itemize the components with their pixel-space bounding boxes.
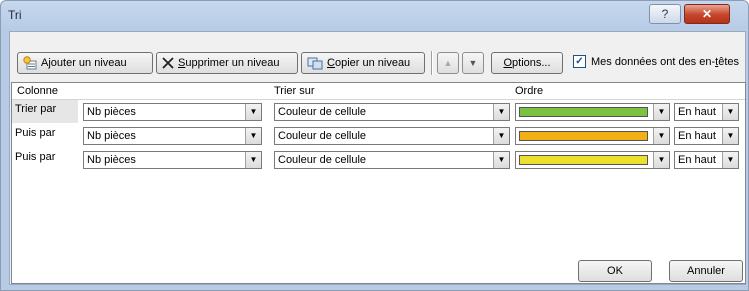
grid-header: Colonne Trier sur Ordre — [12, 83, 745, 100]
position-select[interactable]: En haut ▼ — [674, 151, 739, 169]
move-down-button[interactable]: ▼ — [462, 52, 484, 74]
chevron-down-icon[interactable]: ▼ — [493, 128, 509, 144]
column-select[interactable]: Nb pièces ▼ — [83, 151, 262, 169]
sort-level-row[interactable]: Puis par Nb pièces ▼ Couleur de cellule ▼ ▼ En… — [12, 124, 745, 148]
sort-level-row[interactable]: Puis par Nb pièces ▼ Couleur de cellule ▼ ▼ En… — [12, 148, 745, 172]
chevron-down-icon[interactable]: ▼ — [493, 152, 509, 168]
position-select-value: En haut — [678, 106, 716, 118]
column-select-value: Nb pièces — [87, 154, 136, 166]
cancel-button[interactable]: Annuler — [669, 260, 743, 282]
delete-level-label: upprimer un niveau — [185, 57, 280, 69]
delete-level-accel: S — [178, 57, 186, 69]
copy-level-label: opier un niveau — [334, 57, 411, 69]
sort-on-select[interactable]: Couleur de cellule ▼ — [274, 151, 510, 169]
position-select[interactable]: En haut ▼ — [674, 127, 739, 145]
headers-checkbox-row[interactable]: ✓ Mes données ont des en-t êtes — [573, 55, 739, 68]
dialog-body: Aj outer un niveau Supprimer un niveau Co… — [9, 31, 746, 285]
column-select-value: Nb pièces — [87, 130, 136, 142]
row-label: Puis par — [15, 151, 56, 163]
chevron-down-icon[interactable]: ▼ — [722, 152, 738, 168]
color-order-select[interactable]: ▼ — [515, 103, 670, 121]
chevron-down-icon[interactable]: ▼ — [722, 104, 738, 120]
copy-level-accel: C — [327, 57, 335, 69]
copy-icon — [307, 57, 323, 70]
chevron-down-icon[interactable]: ▼ — [493, 104, 509, 120]
copy-level-button[interactable]: Copier un niveau — [301, 52, 425, 74]
title-bar[interactable]: Tri ? ✕ — [1, 1, 748, 29]
column-select-value: Nb pièces — [87, 106, 136, 118]
chevron-down-icon[interactable]: ▼ — [722, 128, 738, 144]
options-label: ptions... — [512, 57, 551, 69]
chevron-down-icon[interactable]: ▼ — [245, 152, 261, 168]
position-select[interactable]: En haut ▼ — [674, 103, 739, 121]
chevron-down-icon[interactable]: ▼ — [653, 128, 669, 144]
color-swatch — [519, 107, 648, 117]
sort-levels-grid: Colonne Trier sur Ordre Trier par Nb pièc… — [11, 82, 746, 284]
color-swatch — [519, 155, 648, 165]
chevron-down-icon[interactable]: ▼ — [245, 104, 261, 120]
position-select-value: En haut — [678, 154, 716, 166]
sort-on-select-value: Couleur de cellule — [278, 154, 367, 166]
add-level-button[interactable]: Aj outer un niveau — [17, 52, 153, 74]
arrow-down-icon: ▼ — [468, 58, 478, 68]
sort-on-select-value: Couleur de cellule — [278, 130, 367, 142]
sort-dialog: Tri ? ✕ Aj outer un niveau Supprimer un n… — [0, 0, 749, 291]
color-swatch — [519, 131, 648, 141]
add-level-icon — [23, 56, 37, 70]
header-column: Colonne — [17, 85, 58, 97]
close-button[interactable]: ✕ — [684, 4, 730, 24]
headers-checkbox-label: êtes — [718, 55, 739, 68]
color-order-select[interactable]: ▼ — [515, 127, 670, 145]
color-order-select[interactable]: ▼ — [515, 151, 670, 169]
position-select-value: En haut — [678, 130, 716, 142]
sort-level-row[interactable]: Trier par Nb pièces ▼ Couleur de cellule ▼ ▼ E… — [12, 100, 745, 124]
options-button[interactable]: Options... — [491, 52, 563, 74]
help-button[interactable]: ? — [649, 4, 681, 24]
headers-checkbox-prefix: Mes données ont des en- — [591, 55, 716, 68]
delete-level-button[interactable]: Supprimer un niveau — [156, 52, 298, 74]
dialog-title: Tri — [8, 8, 22, 22]
header-order: Ordre — [515, 85, 544, 97]
chevron-down-icon[interactable]: ▼ — [653, 104, 669, 120]
sort-on-select[interactable]: Couleur de cellule ▼ — [274, 103, 510, 121]
options-accel: O — [503, 57, 513, 69]
chevron-down-icon[interactable]: ▼ — [245, 128, 261, 144]
sort-on-select[interactable]: Couleur de cellule ▼ — [274, 127, 510, 145]
add-level-label: outer un niveau — [50, 57, 127, 69]
header-sort-on: Trier sur — [274, 85, 315, 97]
chevron-down-icon[interactable]: ▼ — [653, 152, 669, 168]
row-label: Trier par — [12, 100, 78, 123]
toolbar-separator — [431, 51, 433, 75]
column-select[interactable]: Nb pièces ▼ — [83, 127, 262, 145]
ok-button[interactable]: OK — [578, 260, 652, 282]
arrow-up-icon: ▲ — [443, 58, 453, 68]
row-label: Puis par — [15, 127, 56, 139]
headers-checkbox[interactable]: ✓ — [573, 55, 586, 68]
move-up-button[interactable]: ▲ — [437, 52, 459, 74]
column-select[interactable]: Nb pièces ▼ — [83, 103, 262, 121]
delete-icon — [162, 57, 174, 69]
sort-on-select-value: Couleur de cellule — [278, 106, 367, 118]
